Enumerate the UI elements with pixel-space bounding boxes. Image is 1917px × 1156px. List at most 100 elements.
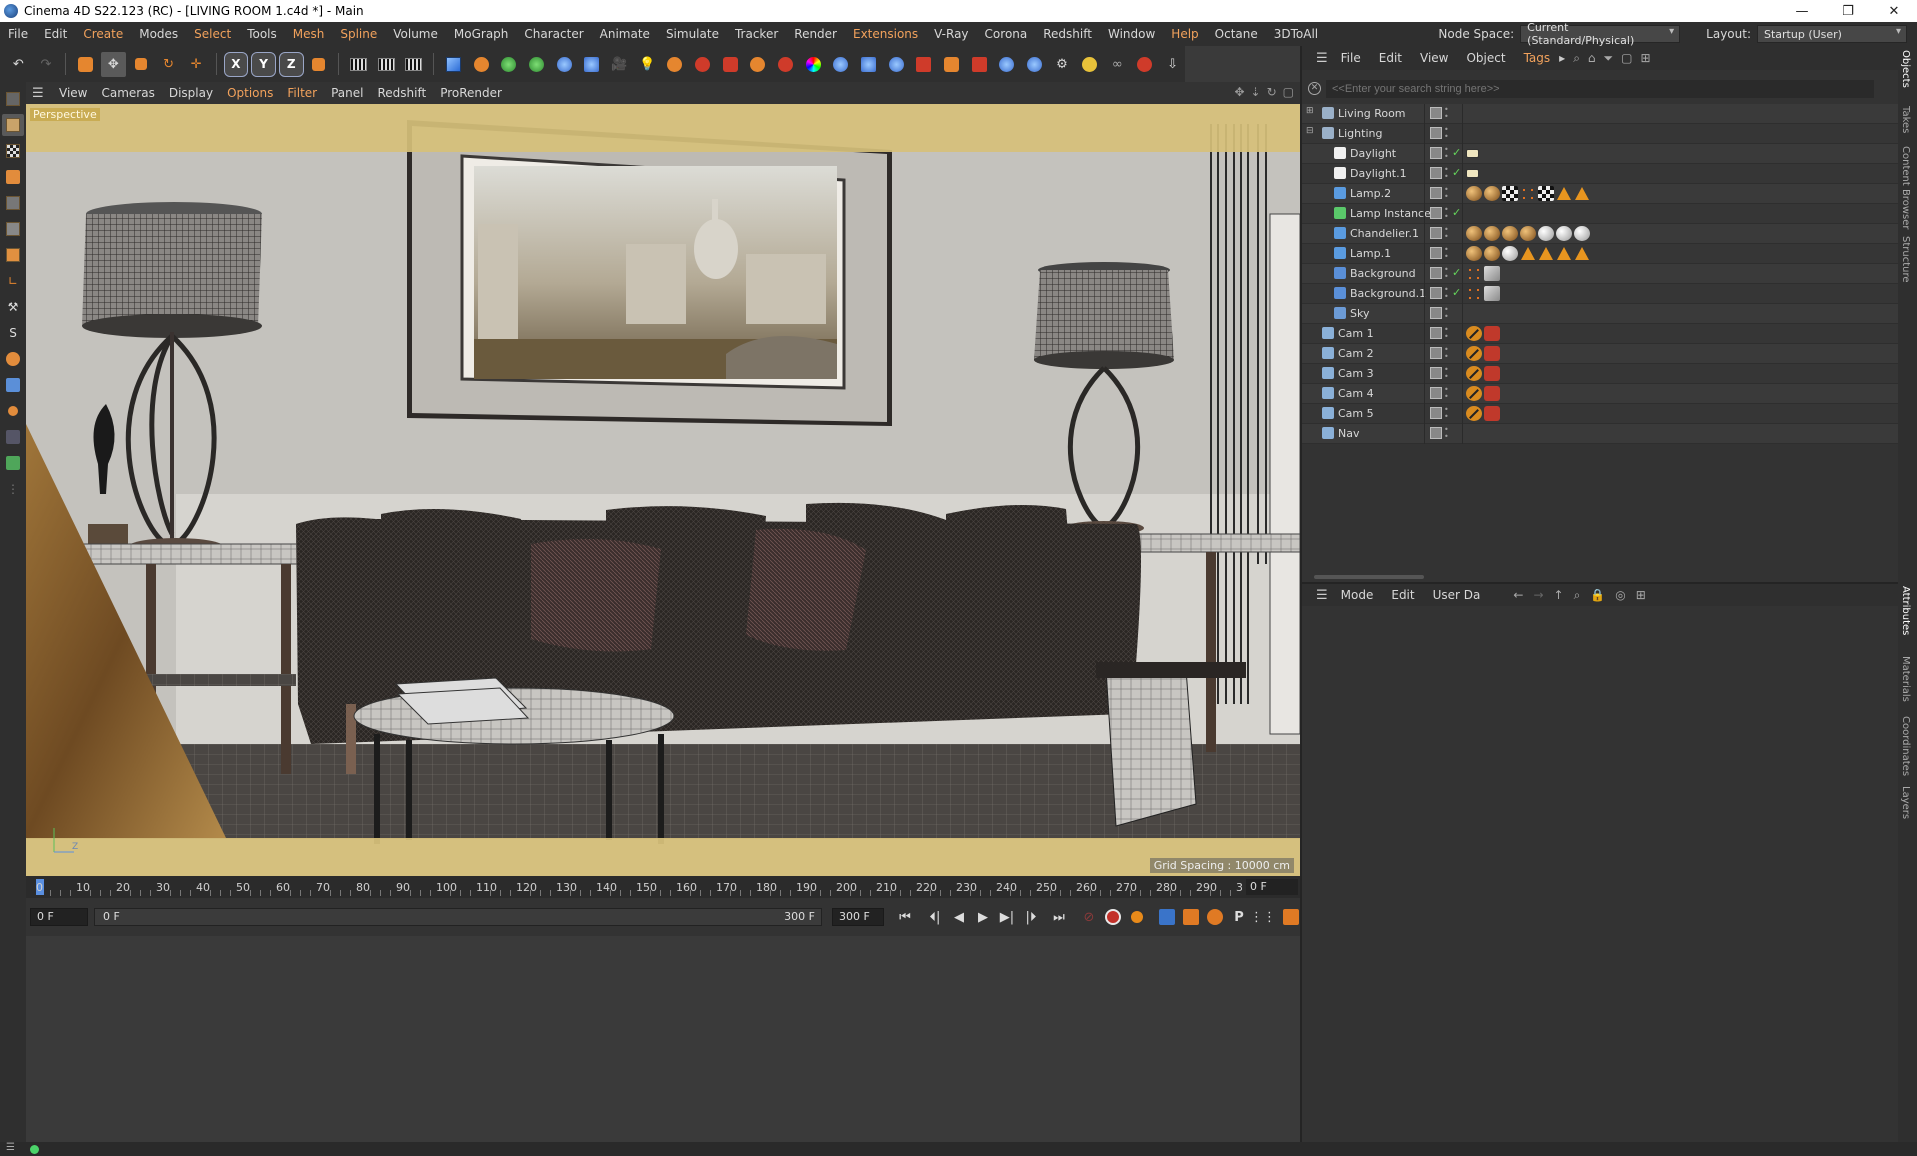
undo-icon[interactable]: ↶ bbox=[6, 52, 31, 77]
layer-color-icon[interactable] bbox=[1430, 367, 1442, 379]
layer-color-icon[interactable] bbox=[1430, 127, 1442, 139]
objects-menu-view[interactable]: View bbox=[1411, 51, 1457, 65]
objects-hamburger-icon[interactable]: ☰ bbox=[1316, 51, 1328, 66]
tri-tag-icon[interactable] bbox=[1557, 187, 1571, 200]
tab-objects[interactable]: Objects bbox=[1900, 50, 1911, 88]
previous-frame-icon[interactable]: ◀ bbox=[948, 906, 970, 928]
object-row[interactable]: Chandelier.1 • • bbox=[1302, 224, 1900, 244]
layer-color-icon[interactable] bbox=[1430, 347, 1442, 359]
visibility-dots-icon[interactable]: • • bbox=[1444, 386, 1449, 401]
timeline-ruler[interactable]: 0 10 20 30 40 50 60 70 80 90 100 110 120 130 140 150 160… bbox=[26, 876, 1300, 898]
menu-mesh[interactable]: Mesh bbox=[285, 27, 333, 41]
object-name[interactable]: Daylight bbox=[1350, 147, 1396, 160]
objects-menu-file[interactable]: File bbox=[1332, 51, 1370, 65]
clear-search-icon[interactable]: ✕ bbox=[1308, 82, 1321, 95]
object-name[interactable]: Cam 1 bbox=[1338, 327, 1374, 340]
bgtex-tag-icon[interactable] bbox=[1484, 286, 1500, 301]
camr-tag-icon[interactable] bbox=[1484, 326, 1500, 341]
back-arrow-icon[interactable]: ← bbox=[1513, 588, 1523, 603]
redo-icon[interactable]: ↷ bbox=[34, 52, 59, 77]
filter-icon[interactable]: ⏷ bbox=[1604, 51, 1614, 66]
more-menus-icon[interactable]: ▸ bbox=[1559, 51, 1565, 65]
menu-animate[interactable]: Animate bbox=[592, 27, 658, 41]
visibility-dots-icon[interactable]: • • bbox=[1444, 186, 1449, 201]
camr-tag-icon[interactable] bbox=[1484, 386, 1500, 401]
cam-tag-icon[interactable] bbox=[1466, 346, 1482, 361]
polygons-mode-icon[interactable] bbox=[2, 244, 24, 266]
camera-icon[interactable]: 🎥 bbox=[607, 52, 632, 77]
visibility-dots-icon[interactable]: • • bbox=[1444, 306, 1449, 321]
autokeying-icon[interactable] bbox=[1126, 906, 1148, 928]
tab-coordinates[interactable]: Coordinates bbox=[1900, 716, 1911, 776]
play-icon[interactable]: ▶ bbox=[972, 906, 994, 928]
axis-y-lock-button[interactable]: Y bbox=[251, 51, 276, 77]
object-name[interactable]: Daylight.1 bbox=[1350, 167, 1407, 180]
scrollbar-thumb[interactable] bbox=[1314, 575, 1424, 579]
layer-color-icon[interactable] bbox=[1430, 287, 1442, 299]
white-tag-icon[interactable] bbox=[1556, 226, 1572, 241]
layer-color-icon[interactable] bbox=[1430, 267, 1442, 279]
cam-tag-icon[interactable] bbox=[1466, 386, 1482, 401]
octane-object-icon[interactable] bbox=[828, 52, 853, 77]
dots4-tag-icon[interactable] bbox=[1466, 266, 1482, 281]
white-tag-icon[interactable] bbox=[1574, 226, 1590, 241]
object-name[interactable]: Sky bbox=[1350, 307, 1369, 320]
object-name[interactable]: Living Room bbox=[1338, 107, 1406, 120]
octane-settings-icon[interactable] bbox=[939, 52, 964, 77]
check-tag-icon[interactable] bbox=[1502, 186, 1518, 201]
layer-color-icon[interactable] bbox=[1430, 227, 1442, 239]
lock-icon[interactable]: 🔒 bbox=[1590, 588, 1605, 603]
tri-tag-icon[interactable] bbox=[1521, 247, 1535, 260]
key-scale-icon[interactable] bbox=[1180, 906, 1202, 928]
axis-z-lock-button[interactable]: Z bbox=[278, 51, 304, 77]
tri-tag-icon[interactable] bbox=[1557, 247, 1571, 260]
octane-live-viewer-icon[interactable] bbox=[911, 52, 936, 77]
object-row[interactable]: Cam 4 • • bbox=[1302, 384, 1900, 404]
viewport-menu-redshift[interactable]: Redshift bbox=[370, 86, 433, 100]
layer-color-icon[interactable] bbox=[1430, 107, 1442, 119]
layer-color-icon[interactable] bbox=[1430, 167, 1442, 179]
search-attr-icon[interactable]: ⌕ bbox=[1574, 588, 1581, 603]
spline-tool-icon[interactable] bbox=[2, 452, 24, 474]
attributes-menu-edit[interactable]: Edit bbox=[1382, 588, 1423, 602]
viewport-menu-cameras[interactable]: Cameras bbox=[94, 86, 161, 100]
settings-circle-icon[interactable]: ◎ bbox=[1615, 588, 1625, 603]
end-frame-field[interactable]: 300 F bbox=[832, 908, 884, 926]
points-mode-icon[interactable] bbox=[2, 192, 24, 214]
octane-light-icon[interactable] bbox=[773, 52, 798, 77]
octane-sun-icon[interactable] bbox=[745, 52, 770, 77]
mat-tag-icon[interactable] bbox=[1484, 226, 1500, 241]
object-row[interactable]: Lamp.2 • • bbox=[1302, 184, 1900, 204]
expand-icon[interactable]: ⊞ bbox=[1306, 106, 1314, 116]
viewport-menu-filter[interactable]: Filter bbox=[280, 86, 324, 100]
tri-tag-icon[interactable] bbox=[1539, 247, 1553, 260]
menu-octane[interactable]: Octane bbox=[1207, 27, 1266, 41]
paint-icon[interactable] bbox=[2, 374, 24, 396]
viewport-menu-panel[interactable]: Panel bbox=[324, 86, 370, 100]
objects-menu-tags[interactable]: Tags bbox=[1515, 51, 1560, 65]
rotate-icon[interactable]: ↻ bbox=[156, 52, 181, 77]
download-icon[interactable]: ⇩ bbox=[1160, 52, 1185, 77]
enabled-check-icon[interactable]: ✓ bbox=[1452, 166, 1461, 179]
up-arrow-icon[interactable]: ↑ bbox=[1554, 588, 1564, 603]
object-row[interactable]: Cam 3 • • bbox=[1302, 364, 1900, 384]
layer-color-icon[interactable] bbox=[1430, 187, 1442, 199]
attributes-menu-mode[interactable]: Mode bbox=[1332, 588, 1383, 602]
render-settings-icon[interactable] bbox=[402, 52, 427, 77]
octane-aov-icon[interactable] bbox=[967, 52, 992, 77]
mat-tag-icon[interactable] bbox=[1484, 186, 1500, 201]
dots4-tag-icon[interactable] bbox=[1466, 286, 1482, 301]
enabled-check-icon[interactable]: ✓ bbox=[1452, 146, 1461, 159]
menu-spline[interactable]: Spline bbox=[332, 27, 385, 41]
select-live-icon[interactable] bbox=[73, 52, 98, 77]
perspective-viewport[interactable]: Perspective Grid Spacing : 10000 cm Z bbox=[26, 104, 1300, 876]
object-name[interactable]: Cam 3 bbox=[1338, 367, 1374, 380]
octane-scatter-icon[interactable] bbox=[1022, 52, 1047, 77]
axis-mode-icon[interactable]: ∟ bbox=[2, 270, 24, 292]
object-name[interactable]: Background bbox=[1350, 267, 1416, 280]
octane-render-icon[interactable] bbox=[662, 52, 687, 77]
visibility-dots-icon[interactable]: • • bbox=[1444, 226, 1449, 241]
object-name[interactable]: Lamp.1 bbox=[1350, 247, 1391, 260]
attributes-menu-userdata[interactable]: User Da bbox=[1424, 588, 1490, 602]
objects-horizontal-scrollbar[interactable] bbox=[1314, 574, 1890, 580]
